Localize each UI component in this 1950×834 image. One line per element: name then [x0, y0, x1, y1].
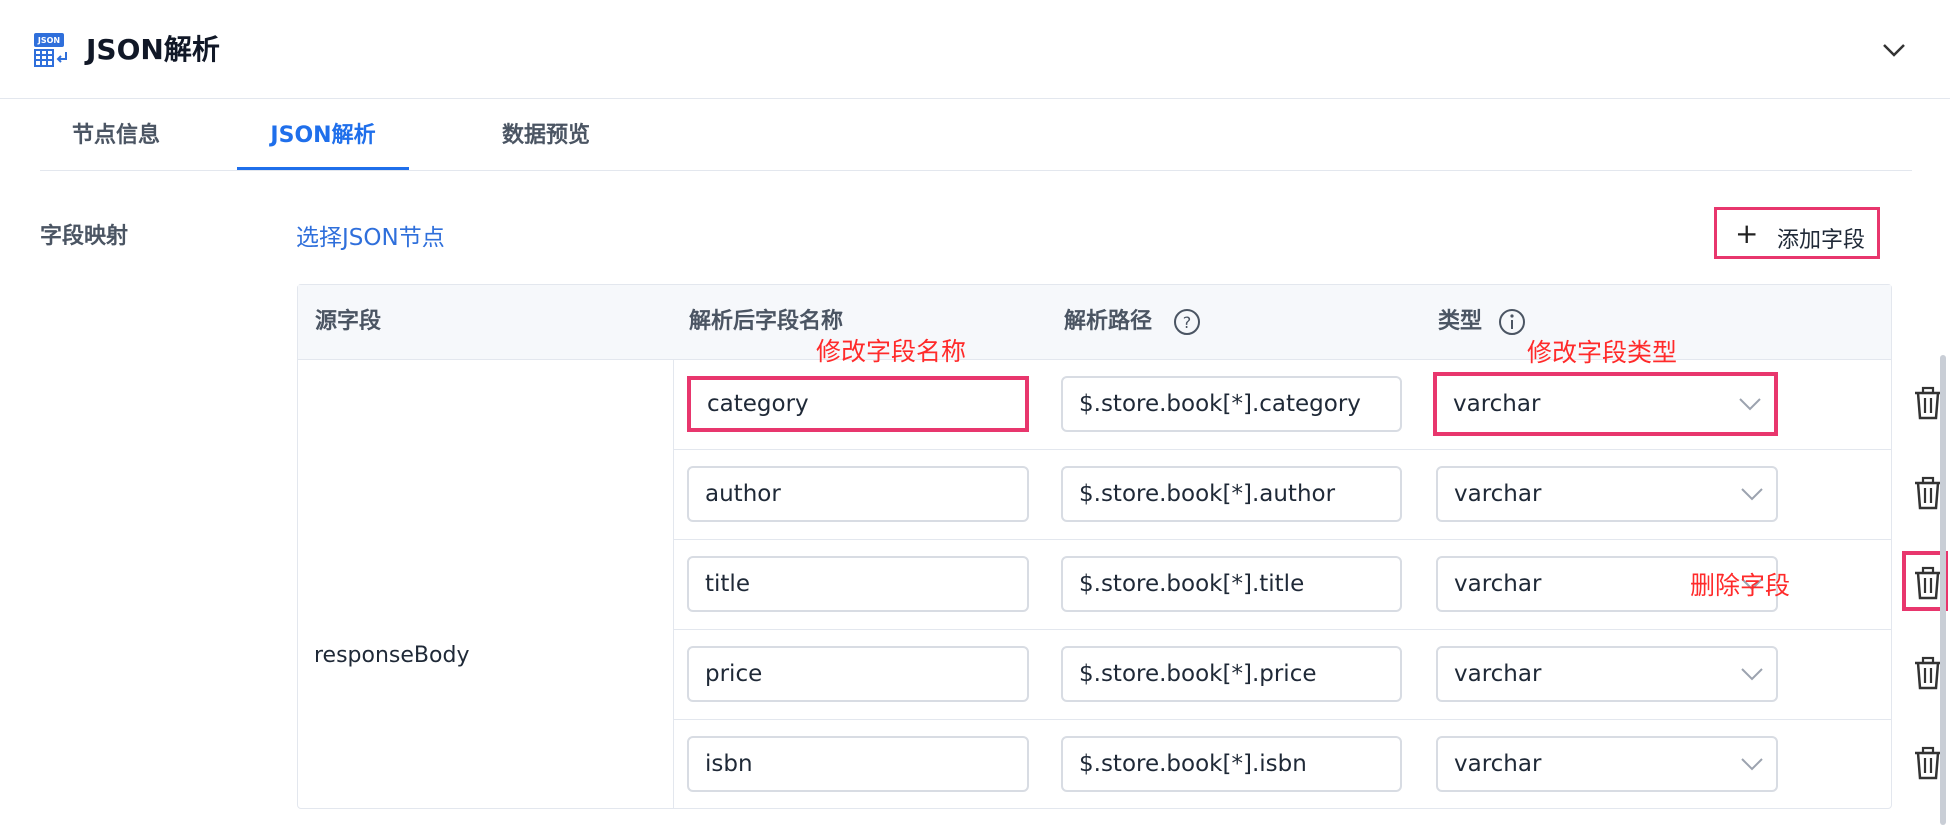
- table-row: isbn $.store.book[*].isbn varchar: [673, 719, 1941, 809]
- field-type-value: varchar: [1453, 391, 1541, 417]
- field-path-input[interactable]: $.store.book[*].author: [1061, 466, 1402, 522]
- field-name-input[interactable]: price: [687, 646, 1029, 702]
- source-field-cell: responseBody: [298, 359, 674, 809]
- table-row: author $.store.book[*].author varchar: [673, 449, 1941, 540]
- source-field-value: responseBody: [314, 643, 470, 668]
- page-title: JSON解析: [86, 33, 220, 66]
- table-row: category $.store.book[*].category varcha…: [673, 359, 1941, 450]
- field-path-input[interactable]: $.store.book[*].title: [1061, 556, 1402, 612]
- add-field-button[interactable]: + 添加字段: [1714, 207, 1880, 259]
- field-type-value: varchar: [1454, 751, 1542, 777]
- add-field-label: 添加字段: [1777, 228, 1866, 253]
- field-type-value: varchar: [1454, 661, 1542, 687]
- chevron-down-icon: [1741, 488, 1763, 501]
- plus-icon: +: [1735, 217, 1759, 250]
- annotation-delete: 删除字段: [1690, 571, 1791, 600]
- svg-text:?: ?: [1183, 313, 1192, 332]
- column-header-type: 类型: [1438, 309, 1483, 334]
- field-type-value: varchar: [1454, 481, 1542, 507]
- field-name-input[interactable]: category: [687, 376, 1029, 432]
- tab-json-parse[interactable]: JSON解析: [237, 110, 409, 170]
- info-icon[interactable]: [1498, 308, 1526, 336]
- chevron-down-icon: [1739, 398, 1761, 411]
- field-path-input[interactable]: $.store.book[*].price: [1061, 646, 1402, 702]
- column-header-source: 源字段: [315, 309, 382, 334]
- field-type-select[interactable]: varchar: [1436, 646, 1778, 702]
- column-header-path: 解析路径: [1064, 309, 1153, 334]
- field-type-select[interactable]: varchar: [1436, 466, 1778, 522]
- field-type-select[interactable]: varchar: [1433, 372, 1778, 436]
- tab-bar: 节点信息 JSON解析 数据预览: [40, 110, 1912, 171]
- chevron-down-icon: [1741, 758, 1763, 771]
- field-type-value: varchar: [1454, 571, 1542, 597]
- field-mapping-label: 字段映射: [40, 224, 129, 249]
- table-row: price $.store.book[*].price varchar: [673, 629, 1941, 720]
- info-icon[interactable]: ?: [1173, 308, 1201, 336]
- chevron-down-icon: [1741, 668, 1763, 681]
- chevron-down-icon[interactable]: [1880, 38, 1908, 62]
- annotation-rename: 修改字段名称: [816, 337, 967, 366]
- field-path-input[interactable]: $.store.book[*].category: [1061, 376, 1402, 432]
- field-path-input[interactable]: $.store.book[*].isbn: [1061, 736, 1402, 792]
- field-type-select[interactable]: varchar: [1436, 736, 1778, 792]
- svg-text:JSON: JSON: [37, 36, 60, 45]
- vertical-scrollbar[interactable]: [1940, 355, 1946, 825]
- panel-header: JSON JSON解析: [0, 0, 1950, 99]
- tab-data-preview[interactable]: 数据预览: [470, 110, 622, 170]
- field-name-input[interactable]: isbn: [687, 736, 1029, 792]
- field-name-input[interactable]: title: [687, 556, 1029, 612]
- annotation-retype: 修改字段类型: [1527, 338, 1678, 367]
- field-name-input[interactable]: author: [687, 466, 1029, 522]
- tab-node-info[interactable]: 节点信息: [40, 110, 192, 170]
- select-json-node-link[interactable]: 选择JSON节点: [296, 218, 445, 252]
- json-table-icon: JSON: [34, 33, 67, 67]
